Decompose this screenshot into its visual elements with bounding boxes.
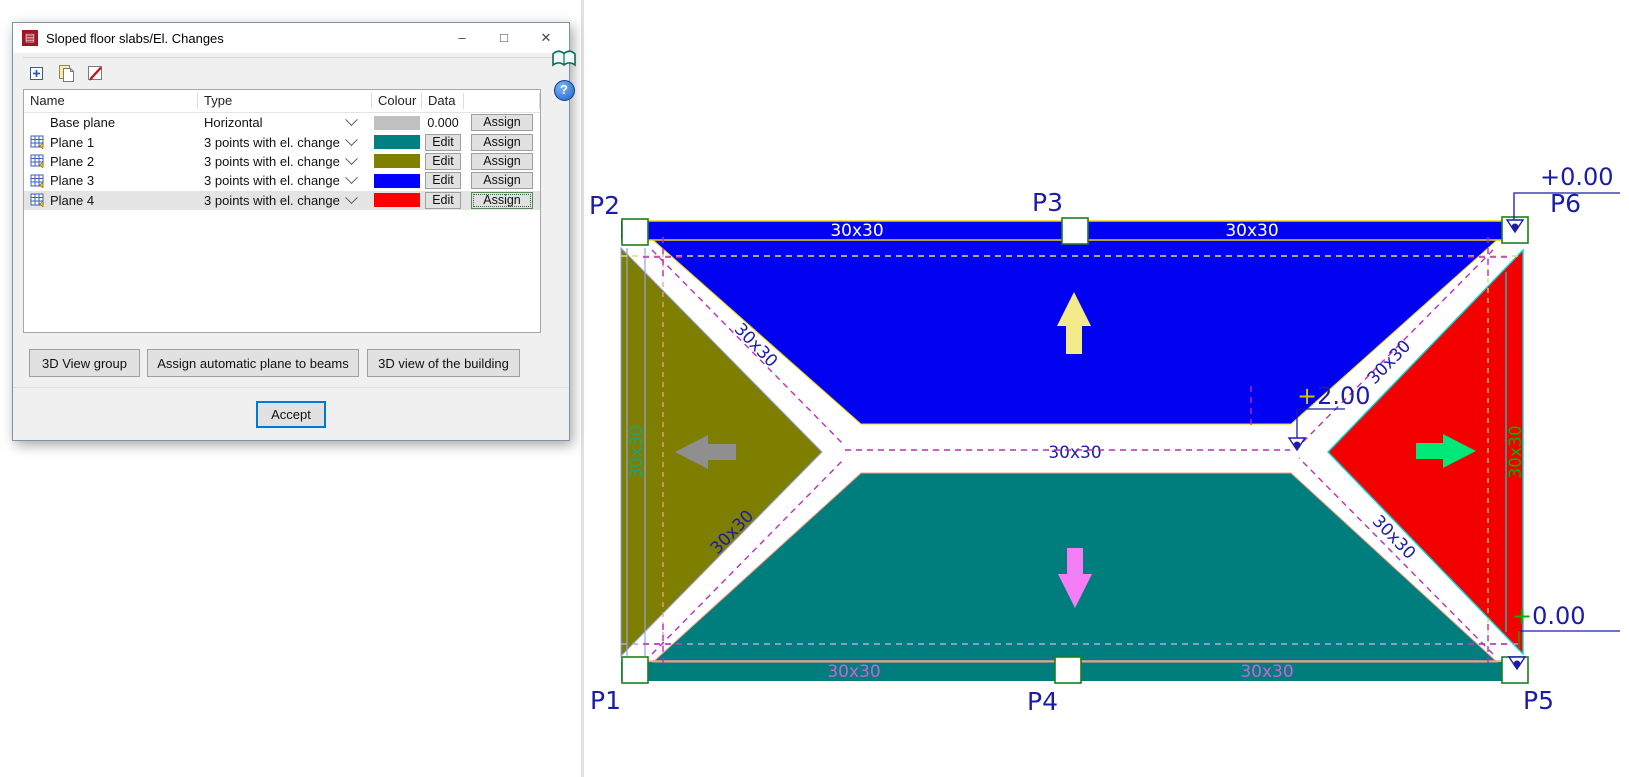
header-type: Type [198,93,372,109]
edit-button[interactable]: Edit [425,152,461,170]
plane-name: Base plane [50,115,116,131]
type-dropdown[interactable]: 3 points with el. change [198,191,372,208]
beam-label: 30x30 [627,425,647,478]
beam-label: 30x30 [827,662,880,682]
chevron-down-icon [345,132,358,146]
type-value: Horizontal [204,115,263,131]
elevation-top-right: +0.00 [1540,163,1614,191]
dialog-titlebar[interactable]: ▤ Sloped floor slabs/El. Changes – □ ✕ [13,23,569,53]
side-icons: ? [551,48,577,101]
base-plane-value: 0.000 [427,115,459,130]
colour-swatch[interactable] [374,135,420,150]
maximize-button[interactable]: □ [483,23,525,53]
beam-label: 30x30 [1240,662,1293,682]
table-header: Name Type Colour Data [24,90,540,113]
type-dropdown[interactable]: Horizontal [198,113,372,131]
accept-bar: Accept [13,387,569,440]
chevron-down-icon [345,171,358,185]
type-value: 3 points with el. change [204,134,340,150]
assign-button[interactable]: Assign [471,191,533,209]
type-dropdown[interactable]: 3 points with el. change [198,171,372,189]
edit-button[interactable]: Edit [425,191,461,209]
colour-swatch[interactable] [374,173,420,188]
plane-name: Plane 2 [50,153,95,169]
planes-table: Name Type Colour Data Base plane Horizon [23,89,541,333]
type-value: 3 points with el. change [204,192,340,208]
point-label-p6: P6 [1550,189,1581,218]
assign-automatic-plane-button[interactable]: Assign automatic plane to beams [147,349,359,377]
add-plane-icon[interactable] [25,61,49,85]
assign-button[interactable]: Assign [471,172,533,190]
colour-swatch[interactable] [374,115,420,130]
column-p3 [1061,217,1089,245]
beam-label: 30x30 [1506,425,1526,478]
table-row[interactable]: Plane 2 3 points with el. change Edit As… [24,151,540,172]
minimize-button[interactable]: – [441,23,483,53]
sloped-floor-slabs-dialog: ▤ Sloped floor slabs/El. Changes – □ ✕ N… [12,22,570,441]
view-building-button[interactable]: 3D view of the building [367,349,520,377]
type-dropdown[interactable]: 3 points with el. change [198,132,372,150]
plane-name: Plane 3 [50,173,95,189]
table-row[interactable]: Base plane Horizontal 0.000 Assign [24,113,540,133]
level-marker [1287,437,1307,452]
titlebar-separator [23,57,559,58]
table-row[interactable]: Plane 3 3 points with el. change Edit As… [24,171,540,191]
column-p1 [621,656,649,684]
point-label-p3: P3 [1032,188,1063,217]
manual-book-icon[interactable] [551,48,577,75]
type-value: 3 points with el. change [204,153,340,169]
colour-swatch[interactable] [374,193,420,208]
point-label-p5: P5 [1523,686,1554,715]
plane-name: Plane 4 [50,192,95,208]
colour-swatch[interactable] [374,154,420,169]
copy-plane-icon[interactable] [54,61,78,85]
beam-label: 30x30 [1225,221,1278,241]
edit-button[interactable]: Edit [425,172,461,190]
type-value: 3 points with el. change [204,173,340,189]
dialog-title: Sloped floor slabs/El. Changes [46,30,224,46]
assign-button[interactable]: Assign [471,114,533,132]
point-label-p4: P4 [1027,687,1058,716]
plane-grid-icon [30,193,46,208]
dialog-toolbar [25,61,107,85]
chevron-down-icon [345,191,358,204]
elevation-bottom-right: +0.00 [1512,602,1586,630]
table-row[interactable]: Plane 1 3 points with el. change Edit As… [24,132,540,152]
header-colour: Colour [372,93,422,109]
column-p2 [621,218,649,246]
beam-label: 30x30 [830,221,883,241]
assign-button[interactable]: Assign [471,133,533,151]
app-icon: ▤ [22,30,38,46]
plane-grid-icon [30,154,46,170]
plane-grid-icon [30,174,46,189]
chevron-down-icon [345,152,358,166]
beam-label: 30x30 [1048,443,1101,463]
view-group-button[interactable]: 3D View group [29,349,140,377]
accept-button[interactable]: Accept [256,401,326,428]
header-actions [464,93,540,109]
column-p4 [1054,656,1082,684]
chevron-down-icon [345,113,358,127]
help-icon[interactable]: ? [553,80,575,101]
assign-button[interactable]: Assign [471,152,533,170]
type-dropdown[interactable]: 3 points with el. change [198,152,372,169]
plane-table-rows: Base plane Horizontal 0.000 Assign Plane… [24,113,540,210]
edit-plane-icon[interactable] [83,61,107,85]
edit-button[interactable]: Edit [425,133,461,151]
header-name: Name [24,93,198,109]
table-row[interactable]: Plane 4 3 points with el. change Edit As… [24,190,540,210]
point-label-p2: P2 [589,191,620,220]
plane-name: Plane 1 [50,134,95,150]
header-data: Data [422,93,464,109]
plane-grid-icon [30,135,46,150]
elevation-middle: +2.00 [1297,382,1371,410]
point-label-p1: P1 [590,686,621,715]
